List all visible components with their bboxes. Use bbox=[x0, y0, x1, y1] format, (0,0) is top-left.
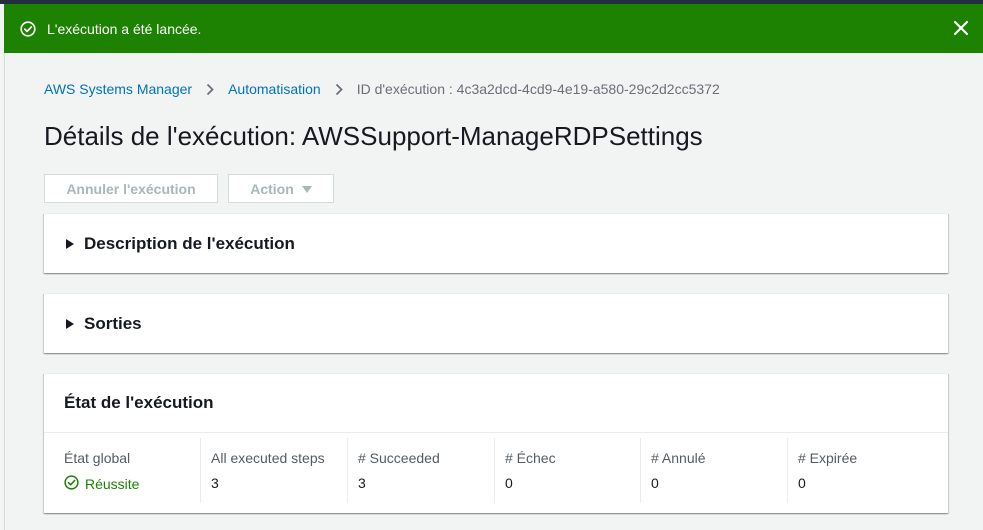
status-succeeded-value: 3 bbox=[358, 475, 366, 491]
page-title: Détails de l'exécution: AWSSupport-Manag… bbox=[44, 121, 703, 151]
status-overall-value: Réussite bbox=[64, 475, 200, 493]
check-circle-icon bbox=[19, 20, 37, 38]
status-expired: # Expirée 0 bbox=[787, 438, 948, 503]
status-succeeded: # Succeeded 3 bbox=[347, 438, 494, 503]
chevron-right-icon bbox=[333, 82, 345, 96]
check-circle-icon bbox=[64, 475, 79, 493]
close-icon[interactable] bbox=[951, 18, 971, 38]
status-overall-label: État global bbox=[64, 450, 131, 466]
chevron-right-icon bbox=[204, 82, 216, 96]
action-dropdown-button[interactable]: Action bbox=[228, 174, 334, 203]
status-overall: État global Réussite bbox=[44, 438, 200, 503]
status-failed: # Échec 0 bbox=[494, 438, 640, 503]
status-cancelled-value: 0 bbox=[651, 475, 659, 491]
execution-description-title: Description de l'exécution bbox=[84, 233, 295, 253]
outputs-panel[interactable]: Sorties bbox=[44, 293, 948, 353]
action-label: Action bbox=[250, 180, 294, 197]
status-overall-text: Réussite bbox=[85, 476, 140, 492]
execution-status-panel: État de l'exécution État global Réussite… bbox=[44, 373, 948, 513]
status-failed-label: # Échec bbox=[505, 450, 556, 466]
outputs-title: Sorties bbox=[84, 313, 142, 333]
status-all-steps: All executed steps 3 bbox=[200, 438, 347, 503]
breadcrumb-execution-id: ID d'exécution : 4c3a2dcd-4cd9-4e19-a580… bbox=[356, 81, 720, 97]
status-cancelled: # Annulé 0 bbox=[640, 438, 787, 503]
flash-notification: L'exécution a été lancée. bbox=[4, 4, 983, 53]
status-expired-label: # Expirée bbox=[798, 450, 858, 466]
status-all-steps-value: 3 bbox=[211, 475, 219, 491]
caret-right-icon bbox=[66, 238, 76, 249]
breadcrumb-systems-manager[interactable]: AWS Systems Manager bbox=[44, 81, 192, 97]
caret-down-icon bbox=[301, 181, 312, 197]
breadcrumb-automation[interactable]: Automatisation bbox=[228, 81, 321, 97]
execution-description-panel[interactable]: Description de l'exécution bbox=[44, 213, 948, 273]
status-cancelled-label: # Annulé bbox=[651, 450, 706, 466]
execution-status-title: État de l'exécution bbox=[44, 374, 948, 433]
status-columns: État global Réussite All executed steps … bbox=[44, 433, 948, 503]
flash-message: L'exécution a été lancée. bbox=[47, 20, 202, 37]
content-left-border bbox=[4, 53, 5, 530]
status-succeeded-label: # Succeeded bbox=[358, 450, 440, 466]
status-failed-value: 0 bbox=[505, 475, 513, 491]
status-all-steps-label: All executed steps bbox=[211, 450, 325, 466]
breadcrumb: AWS Systems Manager Automatisation ID d'… bbox=[44, 80, 720, 98]
caret-right-icon bbox=[66, 318, 76, 329]
cancel-execution-button[interactable]: Annuler l'exécution bbox=[44, 174, 218, 203]
cancel-execution-label: Annuler l'exécution bbox=[66, 180, 196, 197]
status-expired-value: 0 bbox=[798, 475, 806, 491]
